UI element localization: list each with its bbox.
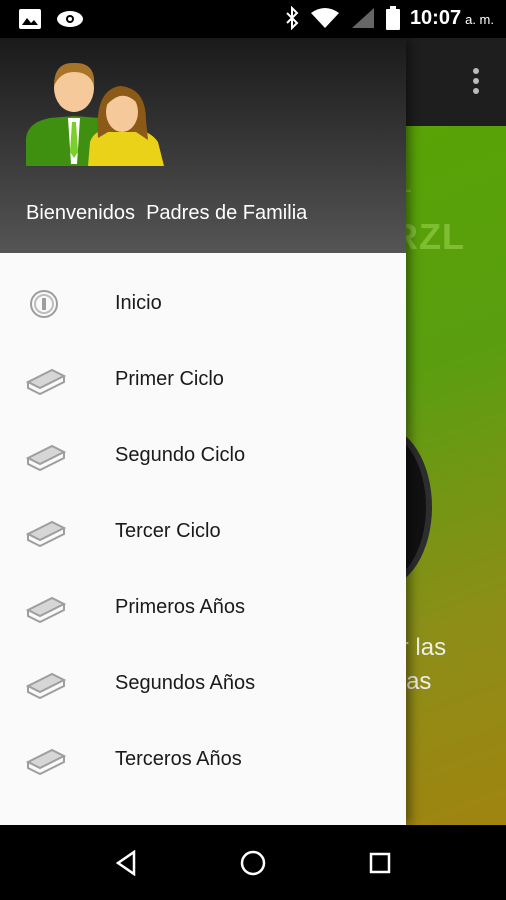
clock-ampm: a. m.	[465, 11, 494, 27]
status-bar: 10:07 a. m.	[0, 0, 506, 38]
menu-item-segundos-anos[interactable]: Segundos Años	[0, 646, 406, 722]
book-icon	[26, 520, 66, 548]
menu-item-label: Primeros Años	[115, 596, 246, 618]
visibility-notification-icon	[57, 11, 83, 27]
menu-item-label: Primer Ciclo	[115, 368, 224, 390]
menu-item-label: Terceros Años	[115, 748, 242, 770]
recents-button[interactable]	[362, 847, 398, 879]
image-notification-icon	[19, 9, 41, 29]
drawer-header: Bienvenidos Padres de Familia	[0, 38, 406, 253]
book-icon	[26, 368, 66, 396]
book-icon	[26, 444, 66, 472]
home-icon	[240, 850, 266, 876]
system-navigation-bar	[0, 825, 506, 900]
info-icon	[30, 290, 58, 318]
menu-item-inicio[interactable]: Inicio	[0, 266, 406, 342]
menu-item-partial[interactable]	[0, 798, 406, 825]
recents-icon	[369, 852, 391, 874]
book-icon	[26, 672, 66, 700]
bluetooth-icon	[286, 6, 299, 30]
menu-item-label: Segundo Ciclo	[115, 444, 246, 466]
menu-item-label: Inicio	[115, 292, 162, 314]
menu-item-segundo-ciclo[interactable]: Segundo Ciclo	[0, 418, 406, 494]
back-button[interactable]	[108, 847, 144, 879]
menu-item-label: Tercer Ciclo	[115, 520, 221, 542]
overflow-menu-button[interactable]	[470, 64, 482, 104]
home-button[interactable]	[235, 847, 271, 879]
menu-item-primer-ciclo[interactable]: Primer Ciclo	[0, 342, 406, 418]
book-icon	[26, 748, 66, 776]
signal-icon	[351, 8, 374, 28]
menu-item-terceros-anos[interactable]: Terceros Años	[0, 722, 406, 798]
clock: 10:07 a. m.	[410, 7, 494, 30]
menu-item-primeros-anos[interactable]: Primeros Años	[0, 570, 406, 646]
welcome-text: Bienvenidos Padres de Familia	[26, 202, 308, 224]
wifi-icon	[310, 8, 339, 28]
drawer-menu: Inicio Primer Ciclo Segundo Ciclo Tercer…	[0, 266, 406, 825]
book-icon	[26, 596, 66, 624]
menu-item-label: Segundos Años	[115, 672, 256, 694]
parents-avatar-icon	[26, 62, 164, 166]
navigation-drawer: Bienvenidos Padres de Familia Inicio Pri…	[0, 38, 406, 825]
back-icon	[115, 850, 136, 876]
clock-time: 10:07	[409, 6, 462, 29]
battery-icon	[385, 6, 400, 30]
menu-item-tercer-ciclo[interactable]: Tercer Ciclo	[0, 494, 406, 570]
